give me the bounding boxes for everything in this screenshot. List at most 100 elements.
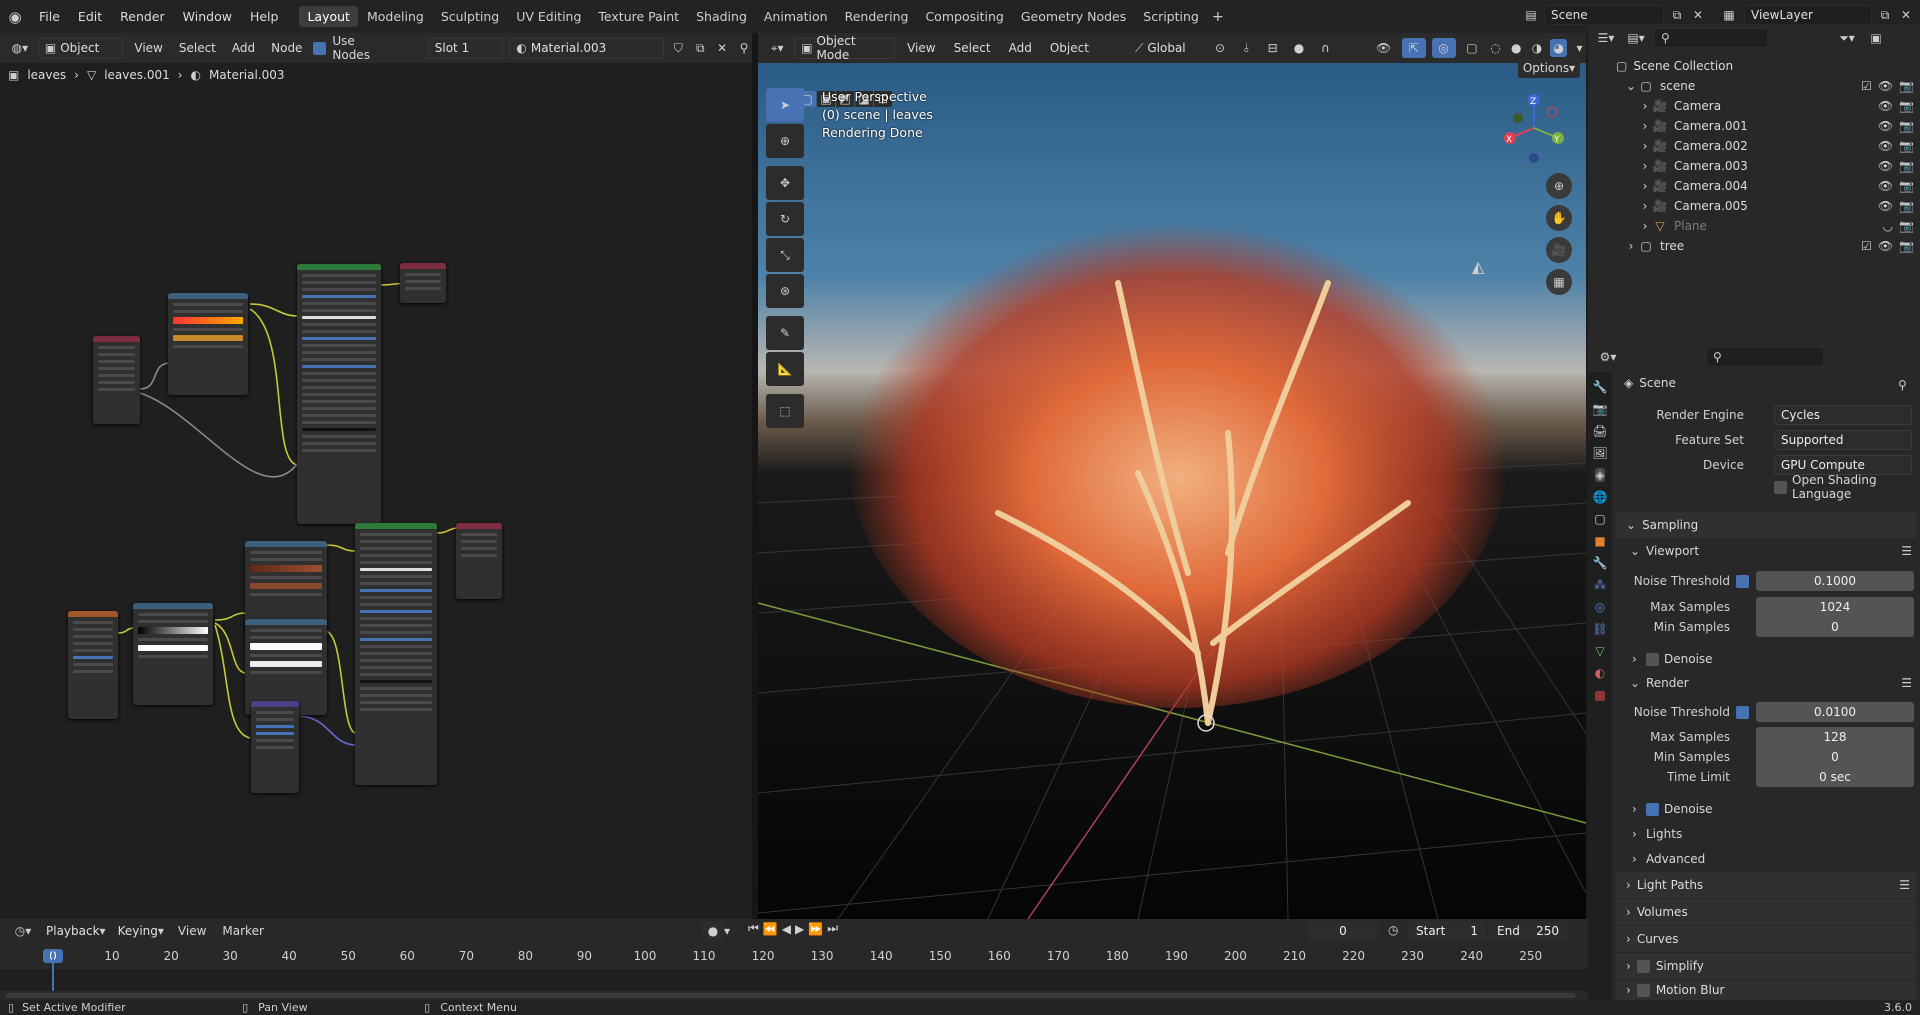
proportional-edit-icon[interactable]: ● [1289, 41, 1309, 55]
auto-key-options-icon[interactable]: ▾ [724, 924, 730, 938]
tab-scripting[interactable]: Scripting [1135, 6, 1207, 27]
render-subpanel-header[interactable]: ⌄ Render ☰ [1616, 672, 1916, 694]
render-camera-icon[interactable]: 📷 [1899, 199, 1914, 213]
menu-edit[interactable]: Edit [69, 9, 111, 24]
view-layer-tab-icon[interactable]: 🖼 [1592, 446, 1607, 460]
render-denoise-checkbox[interactable] [1646, 802, 1659, 816]
chevron-right-icon[interactable]: › [1638, 139, 1652, 153]
playback-menu[interactable]: Playback ▾ [40, 921, 112, 942]
render-camera-icon[interactable]: 📷 [1899, 179, 1914, 193]
xray-icon[interactable]: ▢ [1462, 41, 1482, 55]
eye-icon[interactable]: 👁 [1878, 79, 1893, 93]
feature-set-dropdown[interactable]: Supported [1774, 430, 1912, 450]
simplify-checkbox[interactable] [1636, 959, 1650, 973]
transform-orientation-dropdown[interactable]: ⟋ Global [1129, 38, 1204, 59]
simplify-panel[interactable]: › Simplify [1616, 953, 1916, 979]
new-collection-icon[interactable]: ▣ [1866, 31, 1886, 45]
output-tab-icon[interactable]: 🖨 [1592, 424, 1607, 438]
next-keyframe-icon[interactable]: ⏩ [808, 921, 823, 936]
menu-view[interactable]: View [901, 41, 941, 55]
menu-add[interactable]: Add [1003, 41, 1038, 55]
tool-tab-icon[interactable]: 🔧 [1593, 380, 1608, 394]
outliner-item-camera[interactable]: › 🎥 Camera 👁 📷 [1588, 96, 1920, 116]
data-tab-icon[interactable]: ▽ [1595, 644, 1604, 658]
viewlayer-field[interactable]: ViewLayer [1744, 5, 1872, 25]
list-icon[interactable]: ☰ [1901, 544, 1912, 558]
render-min-field[interactable]: 0 [1756, 747, 1914, 767]
render-tab-icon[interactable]: 📷 [1593, 402, 1608, 416]
timeline[interactable]: ◷▾ Playback ▾ Keying ▾ View Marker ● ▾ ⏮ ⏪… [0, 919, 1588, 1000]
texture-tab-icon[interactable]: ▩ [1594, 688, 1605, 702]
preview-range-icon[interactable]: ◷ [1388, 923, 1398, 937]
prev-keyframe-icon[interactable]: ⏪ [763, 921, 778, 936]
menu-help[interactable]: Help [241, 9, 288, 24]
shading-material-icon[interactable]: ◑ [1530, 41, 1545, 55]
tab-modeling[interactable]: Modeling [359, 6, 432, 27]
snap-target-icon[interactable]: ⊟ [1263, 41, 1283, 55]
node-color-ramp[interactable] [168, 293, 248, 395]
node-principled-bsdf-2[interactable] [355, 523, 437, 785]
outliner-item-camera-001[interactable]: › 🎥 Camera.001 👁 📷 [1588, 116, 1920, 136]
outliner-item-camera-002[interactable]: › 🎥 Camera.002 👁 📷 [1588, 136, 1920, 156]
shading-solid-icon[interactable]: ● [1509, 41, 1524, 55]
tab-texture-paint[interactable]: Texture Paint [590, 6, 687, 27]
play-reverse-icon[interactable]: ◀ [782, 921, 791, 936]
perspective-grid-icon[interactable]: ▦ [1546, 269, 1572, 295]
add-workspace-icon[interactable]: + [1208, 9, 1228, 25]
scale-tool[interactable]: ⤡ [766, 238, 804, 272]
playhead[interactable] [52, 951, 54, 991]
outliner-item-camera-005[interactable]: › 🎥 Camera.005 👁 📷 [1588, 196, 1920, 216]
tab-uv-editing[interactable]: UV Editing [508, 6, 589, 27]
editor-type-icon[interactable]: ☰▾ [1594, 31, 1618, 45]
shading-rendered-icon[interactable]: ◕ [1550, 39, 1568, 57]
new-scene-icon[interactable]: ⧉ [1668, 8, 1686, 23]
render-camera-icon[interactable]: 📷 [1899, 139, 1914, 153]
viewport-min-field[interactable]: 0 [1756, 617, 1914, 637]
device-dropdown[interactable]: GPU Compute [1774, 455, 1912, 475]
cursor-tool[interactable]: ⊕ [766, 124, 804, 158]
viewport-noise-field[interactable]: 0.1000 [1756, 571, 1914, 591]
node-object-info[interactable] [93, 336, 140, 424]
scene-field[interactable]: Scene [1544, 5, 1664, 25]
pivot-icon[interactable]: ⊙ [1210, 41, 1230, 55]
outliner-item-plane[interactable]: › ▽ Plane ◡ 📷 [1588, 216, 1920, 236]
filter-icon[interactable]: ⏷▾ [1834, 31, 1860, 46]
chevron-right-icon[interactable]: › [1638, 119, 1652, 133]
tab-layout[interactable]: Layout [299, 6, 358, 27]
menu-window[interactable]: Window [174, 9, 241, 24]
render-camera-icon[interactable]: 📷 [1899, 159, 1914, 173]
render-noise-field[interactable]: 0.0100 [1756, 702, 1914, 722]
display-mode-icon[interactable]: ▤▾ [1624, 31, 1648, 45]
transform-tool[interactable]: ⊛ [766, 274, 804, 308]
menu-marker[interactable]: Marker [214, 924, 271, 938]
current-frame-field[interactable]: 0 [1307, 921, 1379, 941]
exclude-checkbox-icon[interactable]: ☑ [1861, 239, 1872, 253]
tab-shading[interactable]: Shading [688, 6, 755, 27]
render-camera-icon[interactable]: 📷 [1899, 239, 1914, 253]
viewport-noise-checkbox[interactable] [1736, 574, 1749, 588]
jump-end-icon[interactable]: ⏭ [827, 921, 838, 936]
menu-select[interactable]: Select [948, 41, 997, 55]
eye-icon[interactable]: 👁 [1878, 119, 1893, 133]
eye-icon[interactable]: 👁 [1878, 99, 1893, 113]
viewport-max-field[interactable]: 1024 [1756, 597, 1914, 617]
viewport-subpanel-header[interactable]: ⌄ Viewport ☰ [1616, 540, 1916, 562]
record-icon[interactable]: ● [702, 921, 724, 941]
outliner-item-scene[interactable]: ⌄ ▢ scene ☑ 👁 📷 [1588, 76, 1920, 96]
tab-sculpting[interactable]: Sculpting [433, 6, 507, 27]
osl-checkbox[interactable] [1774, 480, 1787, 494]
overlay-icon[interactable]: ◎ [1431, 38, 1456, 58]
motion-blur-panel[interactable]: › Motion Blur [1616, 980, 1916, 1000]
add-cube-tool[interactable]: ⬚ [766, 394, 804, 428]
chevron-right-icon[interactable]: › [1624, 239, 1638, 253]
rotate-tool[interactable]: ↻ [766, 202, 804, 236]
zoom-icon[interactable]: ⊕ [1546, 173, 1572, 199]
eye-icon[interactable]: 👁 [1878, 239, 1893, 253]
tab-compositing[interactable]: Compositing [917, 6, 1011, 27]
keying-menu[interactable]: Keying ▾ [112, 921, 170, 942]
outliner-item-tree[interactable]: › ▢ tree ☑ 👁 📷 [1588, 236, 1920, 256]
constraints-tab-icon[interactable]: ⛓ [1592, 622, 1607, 636]
navigation-gizmo[interactable]: Z X Y [1494, 88, 1574, 168]
particles-tab-icon[interactable]: ⁂ [1594, 578, 1606, 592]
volumes-panel[interactable]: › Volumes [1616, 899, 1916, 925]
